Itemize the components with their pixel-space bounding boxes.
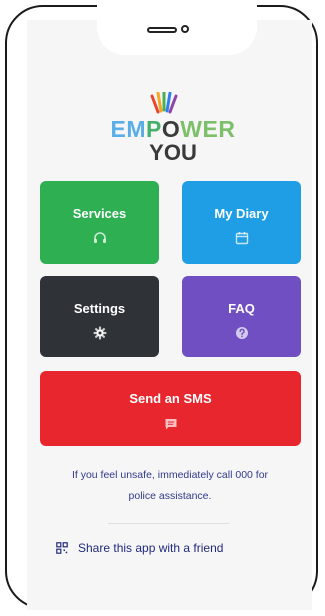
- logo-part-wer: WER: [180, 116, 236, 142]
- speaker-icon: [147, 27, 177, 33]
- my-diary-label: My Diary: [214, 206, 269, 221]
- logo-part-o: O: [161, 116, 181, 142]
- share-app-link[interactable]: Share this app with a friend: [56, 538, 223, 558]
- message-icon: [165, 419, 176, 430]
- divider: [108, 523, 230, 524]
- logo-rays-icon: [150, 92, 178, 114]
- my-diary-button[interactable]: My Diary: [182, 181, 301, 264]
- headset-icon: [93, 232, 106, 243]
- logo-part-p: P: [146, 116, 162, 142]
- phone-notch: [97, 0, 257, 55]
- logo-part-em: EM: [110, 116, 147, 142]
- qr-code-icon: [56, 542, 68, 554]
- faq-button[interactable]: FAQ: [182, 276, 301, 357]
- services-label: Services: [72, 206, 127, 221]
- camera-icon: [181, 25, 189, 33]
- settings-label: Settings: [73, 301, 126, 316]
- app-logo: EMPOWER YOU: [98, 92, 248, 170]
- services-button[interactable]: Services: [40, 181, 159, 264]
- share-app-label: Share this app with a friend: [78, 541, 224, 555]
- logo-text-you: YOU: [149, 140, 197, 165]
- question-icon: [235, 327, 248, 339]
- gear-icon: [92, 326, 107, 340]
- send-sms-button[interactable]: Send an SMS: [40, 371, 301, 446]
- warning-line-1: If you feel unsafe, immediately call 000…: [71, 469, 269, 481]
- settings-button[interactable]: Settings: [40, 276, 159, 357]
- emergency-warning: If you feel unsafe, immediately call 000…: [34, 465, 306, 507]
- calendar-icon: [235, 232, 248, 245]
- logo-text-empower: EMPOWER: [98, 116, 248, 143]
- send-sms-label: Send an SMS: [129, 391, 212, 406]
- warning-line-2: police assistance.: [128, 490, 212, 502]
- faq-label: FAQ: [228, 301, 255, 316]
